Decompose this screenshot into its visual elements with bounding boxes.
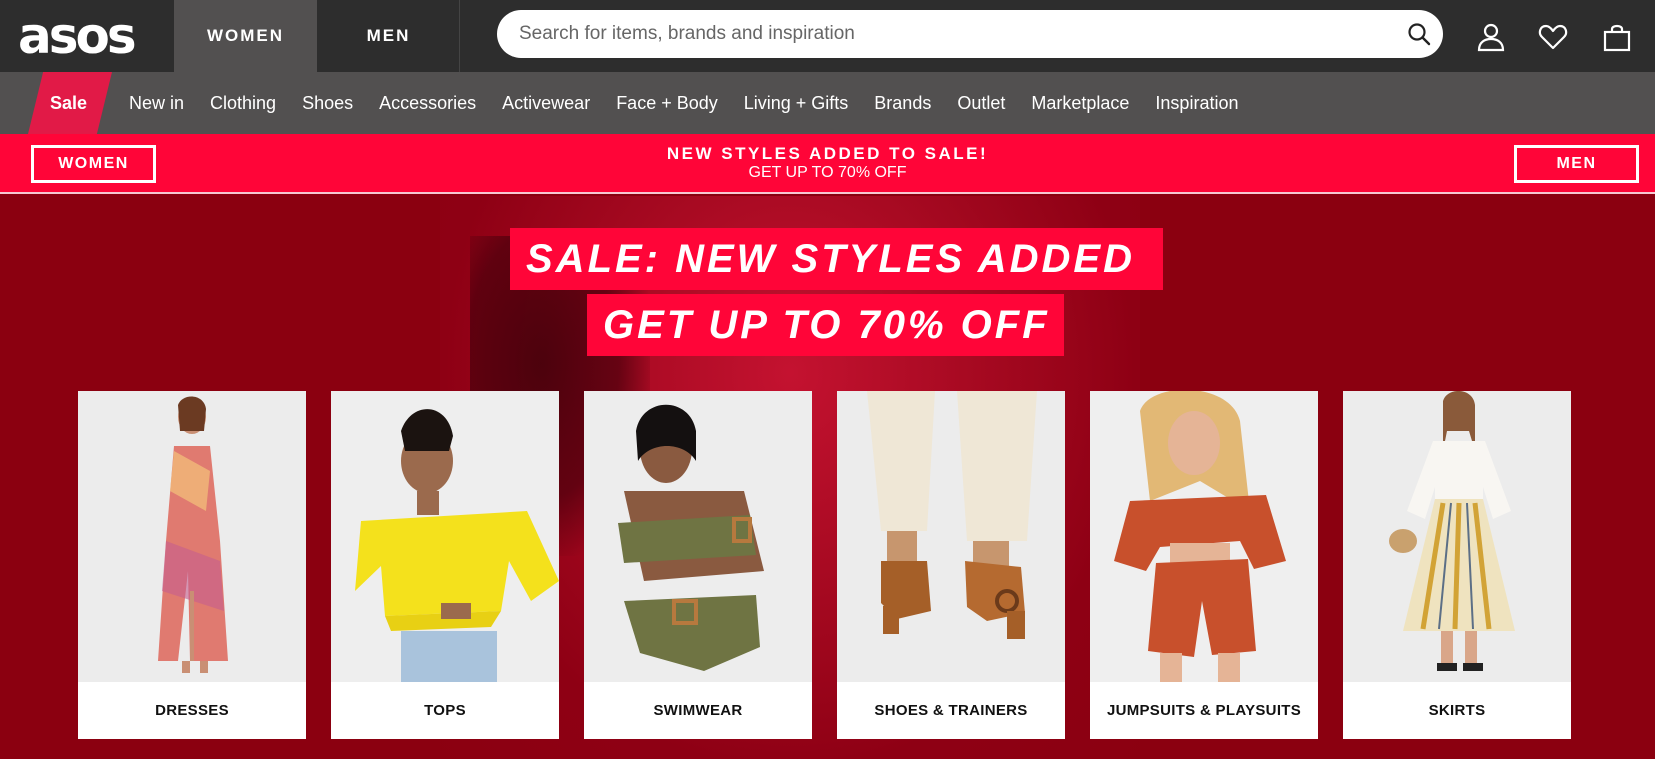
category-card-swimwear[interactable]: SWIMWEAR [584,391,812,739]
nav-items: New in Clothing Shoes Accessories Active… [116,72,1251,134]
shoes-trainers-image [837,391,1065,682]
bag-icon[interactable] [1602,22,1632,52]
category-card-dresses[interactable]: DRESSES [78,391,306,739]
nav-item-new-in[interactable]: New in [116,72,197,134]
account-icon[interactable] [1476,22,1506,52]
top-bar: asos WOMEN MEN [0,0,1655,72]
category-label: SWIMWEAR [584,682,812,739]
search-bar [497,10,1443,58]
promo-headline[interactable]: NEW STYLES ADDED TO SALE! [0,144,1655,164]
category-card-jumpsuits-playsuits[interactable]: JUMPSUITS & PLAYSUITS [1090,391,1318,739]
asos-logo[interactable]: asos [18,10,137,62]
hero-headline[interactable]: SALE: NEW STYLES ADDED [510,228,1163,290]
category-label: SKIRTS [1343,682,1571,739]
nav-item-accessories[interactable]: Accessories [366,72,489,134]
jumpsuits-playsuits-image [1090,391,1318,682]
skirts-image [1343,391,1571,682]
nav-item-outlet[interactable]: Outlet [944,72,1018,134]
category-card-skirts[interactable]: SKIRTS [1343,391,1571,739]
nav-item-marketplace[interactable]: Marketplace [1018,72,1142,134]
promo-men-button[interactable]: MEN [1514,145,1639,183]
category-label: JUMPSUITS & PLAYSUITS [1090,682,1318,739]
heart-icon[interactable] [1538,22,1568,52]
nav-item-living-gifts[interactable]: Living + Gifts [731,72,862,134]
category-card-shoes-trainers[interactable]: SHOES & TRAINERS [837,391,1065,739]
category-label: SHOES & TRAINERS [837,682,1065,739]
nav-item-shoes[interactable]: Shoes [289,72,366,134]
category-card-tops[interactable]: TOPS [331,391,559,739]
nav-item-brands[interactable]: Brands [861,72,944,134]
search-icon[interactable] [1407,22,1431,46]
tab-men[interactable]: MEN [317,0,460,72]
category-label: TOPS [331,682,559,739]
promo-subline[interactable]: GET UP TO 70% OFF [0,164,1655,182]
nav-item-face-body[interactable]: Face + Body [603,72,731,134]
nav-item-clothing[interactable]: Clothing [197,72,289,134]
nav-item-inspiration[interactable]: Inspiration [1142,72,1251,134]
promo-banner: WOMEN NEW STYLES ADDED TO SALE! GET UP T… [0,134,1655,194]
nav-item-sale[interactable]: Sale [50,72,87,134]
hero-section: SALE: NEW STYLES ADDED GET UP TO 70% OFF… [0,196,1655,759]
nav-item-activewear[interactable]: Activewear [489,72,603,134]
divider [459,0,460,72]
swimwear-image [584,391,812,682]
search-input[interactable] [519,10,1379,58]
tab-women[interactable]: WOMEN [174,0,317,72]
hero-subheadline[interactable]: GET UP TO 70% OFF [587,294,1064,356]
tops-image [331,391,559,682]
dresses-image [78,391,306,682]
nav-bar: Sale New in Clothing Shoes Accessories A… [0,72,1655,134]
category-label: DRESSES [78,682,306,739]
category-cards: DRESSES TOPS SWIMWEAR SHOES & TRAINERS J… [78,391,1572,739]
